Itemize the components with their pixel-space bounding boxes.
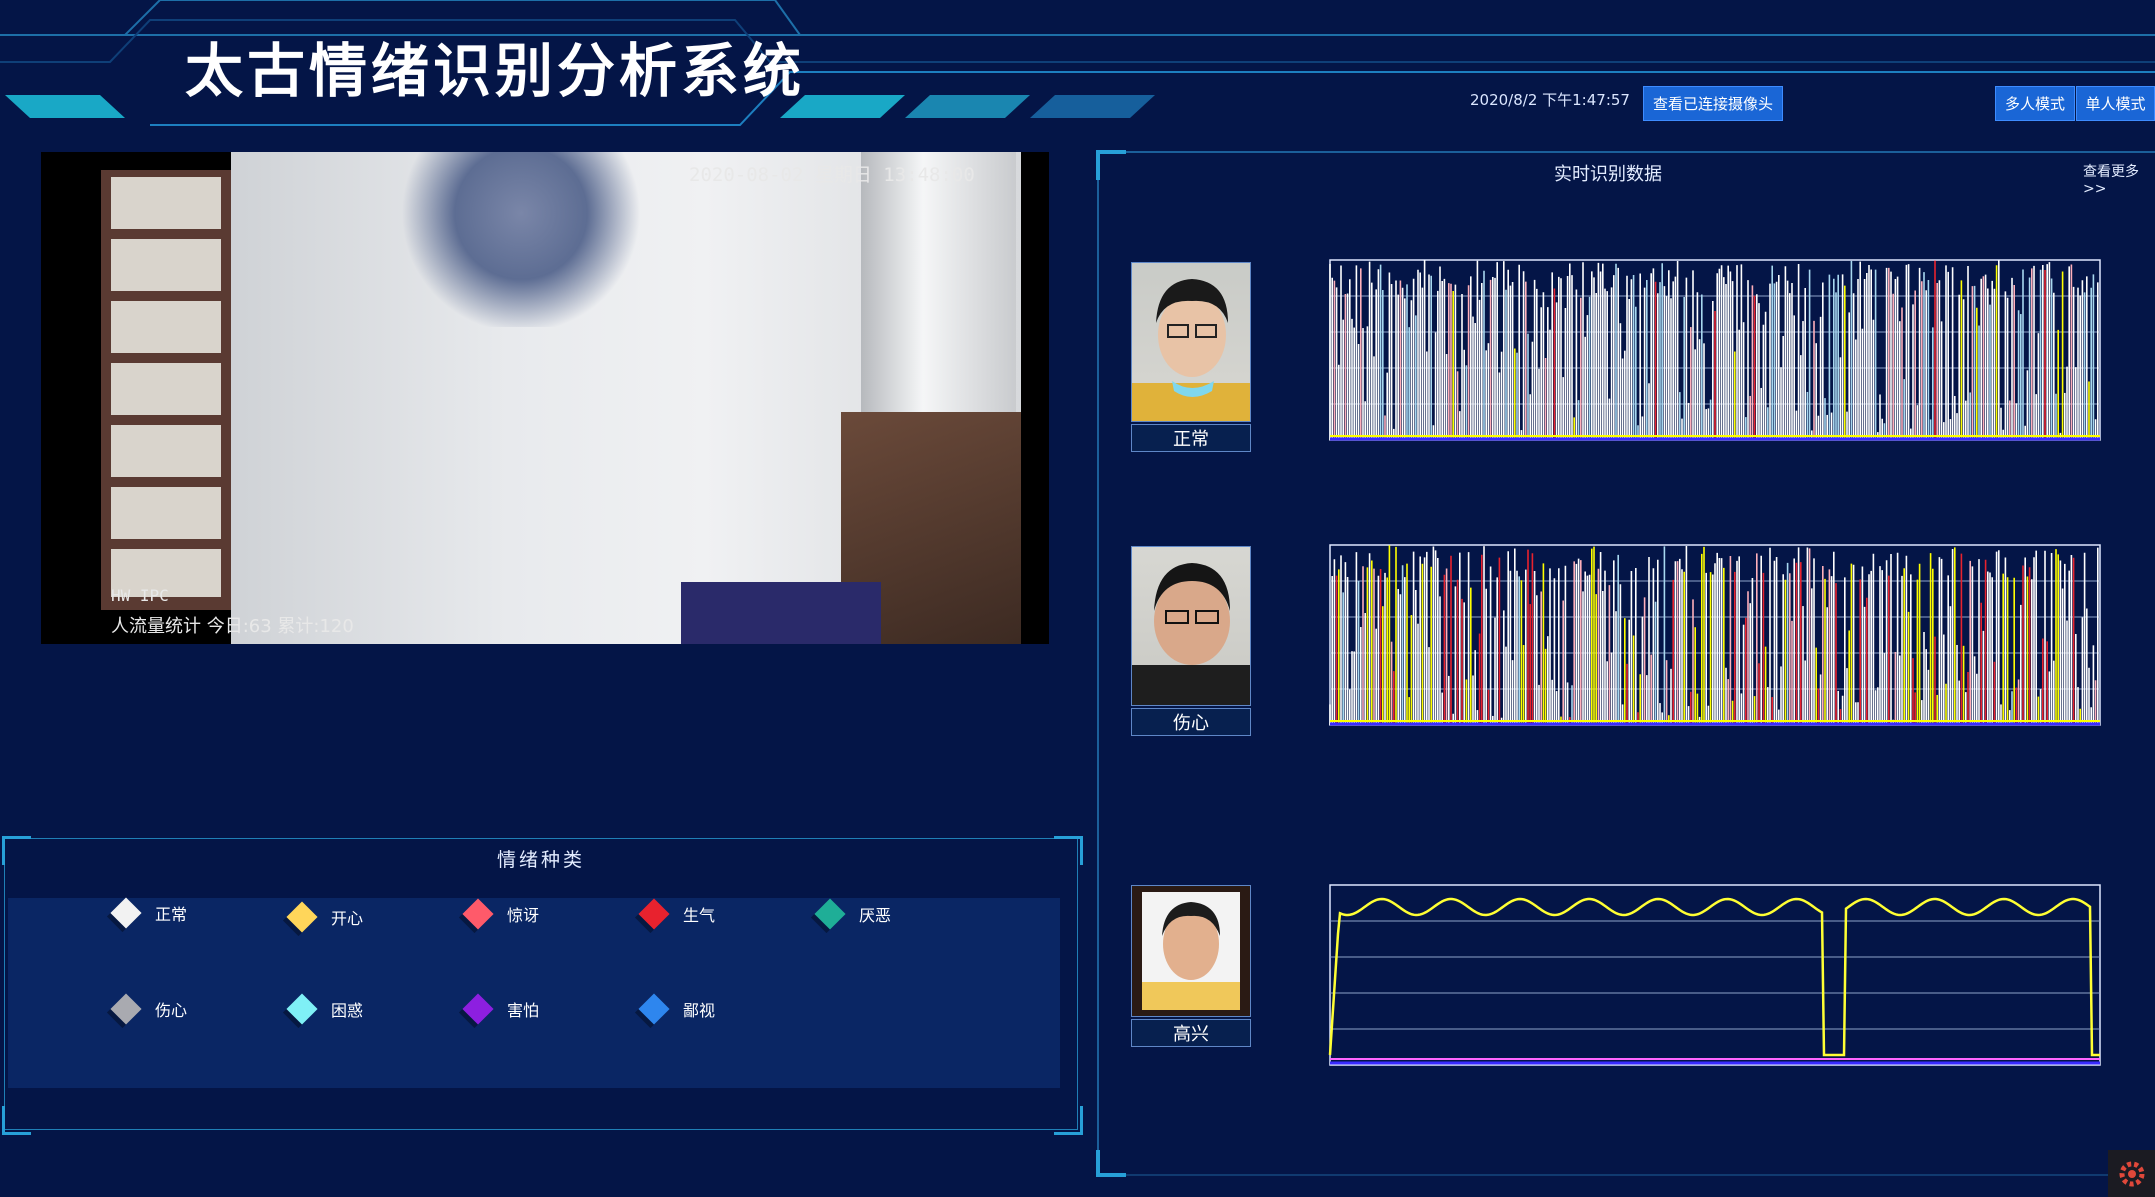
emotion-item: 鄙视: [638, 993, 716, 1025]
diamond-icon: [638, 898, 670, 930]
view-connected-cameras-button[interactable]: 查看已连接摄像头: [1643, 86, 1783, 121]
emotion-label: 厌恶: [859, 906, 892, 925]
gear-glyph: [2119, 1161, 2144, 1186]
diamond-icon: [638, 993, 670, 1025]
emotion-label: 伤心: [155, 1001, 188, 1020]
current-datetime: 2020/8/2 下午1:47:57: [1470, 91, 1630, 109]
emotion-item: 惊讶: [462, 898, 540, 930]
emotion-label: 鄙视: [683, 1001, 716, 1020]
emotion-label: 正常: [155, 905, 188, 924]
emotion-timeline-chart: [1329, 259, 2101, 441]
person-emotion-label: 伤心: [1131, 708, 1251, 736]
emotion-item: 困惑: [286, 993, 364, 1025]
emotion-item: 厌恶: [814, 898, 892, 930]
page-title: 太古情绪识别分析系统: [185, 37, 806, 105]
person-emotion-label: 正常: [1131, 424, 1251, 452]
emotion-label: 惊讶: [507, 906, 540, 925]
realtime-data-title: 实时识别数据: [1554, 164, 1662, 185]
emotion-label: 害怕: [507, 1001, 540, 1020]
emotion-label: 困惑: [331, 1001, 364, 1020]
video-traffic-stats: 人流量统计 今日:63 累计:120: [111, 616, 354, 637]
face-avatar: [1142, 892, 1240, 1010]
diamond-icon: [286, 901, 318, 933]
emotion-item: 开心: [286, 901, 364, 933]
desk-table: [681, 582, 881, 644]
emotion-panel-title: 情绪种类: [496, 849, 585, 871]
camera-video-feed[interactable]: 2020-08-02 星期日 13:48:00 HW IPC 人流量统计 今日:…: [41, 152, 1049, 644]
video-timestamp: 2020-08-02 星期日 13:48:00: [689, 164, 975, 186]
person-face-photo[interactable]: [1131, 546, 1251, 706]
emotion-label: 开心: [331, 909, 364, 928]
panel-corner: [2, 1106, 31, 1135]
single-person-mode-button[interactable]: 单人模式: [2076, 86, 2155, 121]
emotion-label: 生气: [683, 906, 716, 925]
video-ipc-label: HW IPC: [111, 586, 169, 605]
panel-corner: [1054, 1106, 1083, 1135]
emotion-item: 生气: [638, 898, 716, 930]
certificate-grid: [111, 177, 221, 597]
gear-icon[interactable]: [2108, 1150, 2155, 1197]
chart-happy-line: [1328, 897, 2100, 1057]
diamond-icon: [814, 898, 846, 930]
diamond-icon: [286, 993, 318, 1025]
face-avatar: [1132, 563, 1250, 705]
diamond-icon: [462, 993, 494, 1025]
person-face-photo[interactable]: [1131, 262, 1251, 422]
person-face-photo[interactable]: [1131, 885, 1251, 1017]
diamond-icon: [462, 898, 494, 930]
face-avatar: [1132, 279, 1250, 421]
emotion-item: 伤心: [110, 993, 188, 1025]
diamond-icon: [110, 897, 142, 929]
emotion-item: 害怕: [462, 993, 540, 1025]
emotion-timeline-chart: [1328, 884, 2101, 1066]
person-emotion-label: 高兴: [1131, 1019, 1251, 1047]
view-more-link[interactable]: 查看更多>>: [2083, 161, 2155, 197]
emotion-timeline-chart: [1329, 544, 2101, 726]
emotion-item: 正常: [110, 897, 188, 929]
emotion-legend: [8, 898, 1060, 1088]
diamond-icon: [110, 993, 142, 1025]
multi-person-mode-button[interactable]: 多人模式: [1995, 86, 2075, 121]
chart-plot-frame: [1329, 884, 2101, 1066]
photo-collage: [401, 152, 641, 327]
